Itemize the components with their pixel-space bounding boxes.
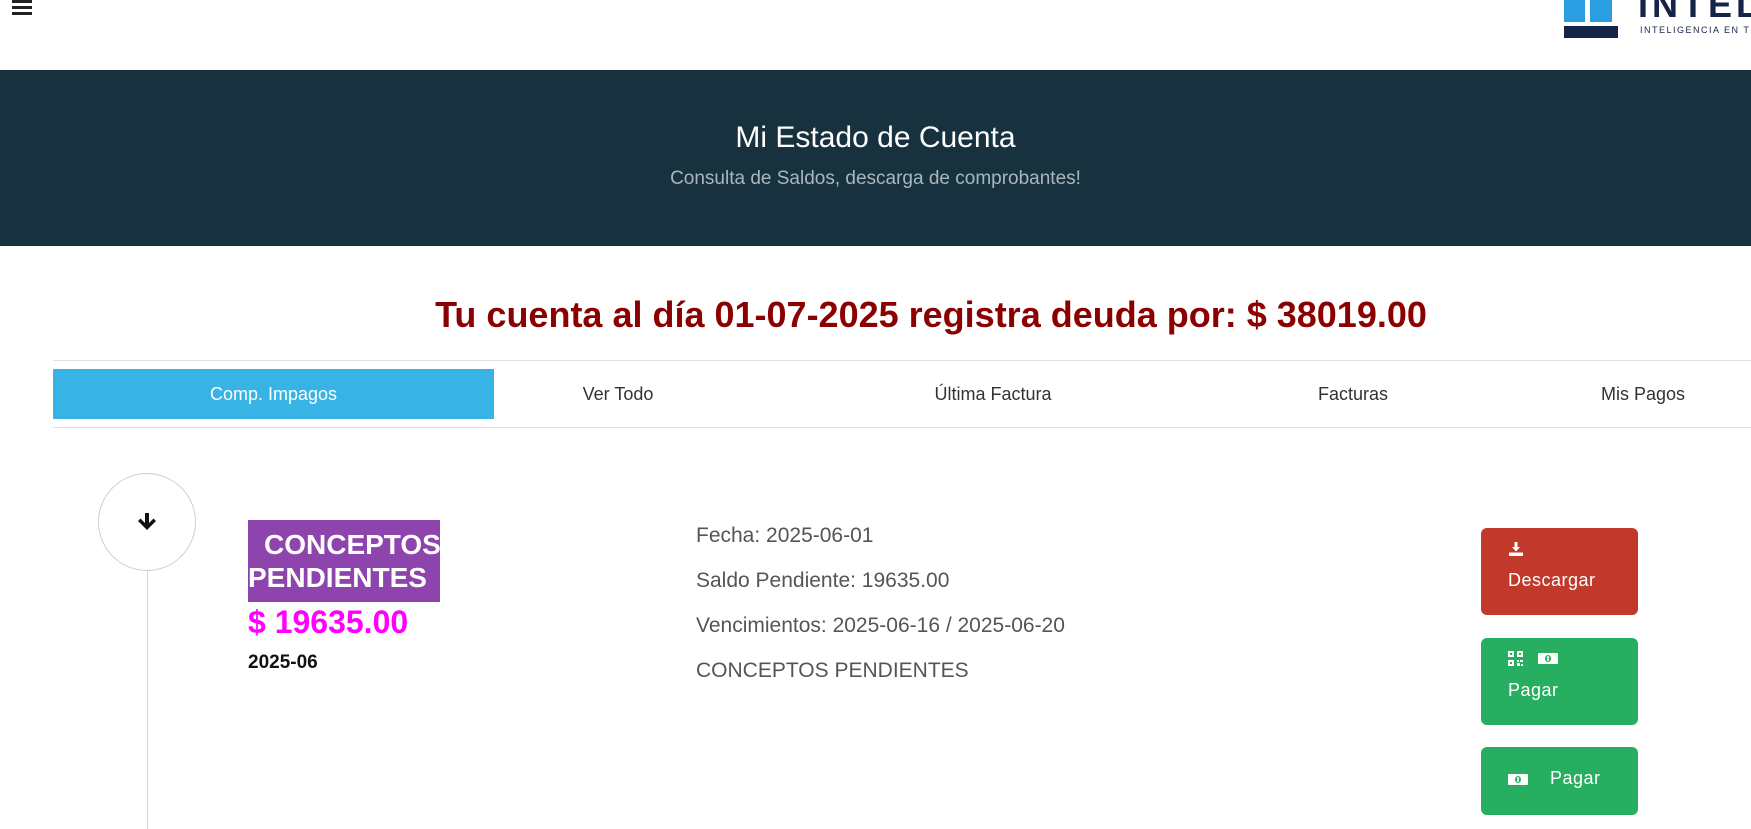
invoice-date: Fecha: 2025-06-01 [696, 524, 874, 547]
download-icon [1509, 542, 1523, 556]
timeline-line [147, 570, 148, 829]
debt-summary: Tu cuenta al día 01-07-2025 registra deu… [435, 294, 1427, 335]
invoice-balance: Saldo Pendiente: 19635.00 [696, 569, 950, 592]
money-bill-icon [1538, 653, 1558, 664]
tab-facturas[interactable]: Facturas [1278, 369, 1428, 419]
pay-qr-button-label: Pagar [1508, 680, 1559, 700]
download-button-label: Descargar [1508, 570, 1596, 590]
pay-button-label: Pagar [1550, 768, 1601, 788]
money-bill-icon [1508, 774, 1528, 785]
arrow-down-icon [138, 513, 156, 530]
tab-ver-todo[interactable]: Ver Todo [543, 369, 693, 419]
tab-ultima-factura[interactable]: Última Factura [893, 369, 1093, 419]
pay-button[interactable]: Pagar [1481, 747, 1638, 815]
hero-banner: Mi Estado de Cuenta Consulta de Saldos, … [0, 70, 1751, 246]
logo-mark-bar [1564, 26, 1618, 38]
invoice-period: 2025-06 [248, 652, 318, 673]
hamburger-icon[interactable] [12, 0, 34, 18]
logo-wordmark: INTEL [1638, 0, 1751, 25]
pay-qr-button[interactable]: Pagar [1481, 638, 1638, 725]
page-title: Mi Estado de Cuenta [735, 121, 1016, 154]
tab-mis-pagos[interactable]: Mis Pagos [1568, 369, 1718, 419]
account-tabs: Comp. Impagos Ver Todo Última Factura Fa… [53, 360, 1751, 428]
status-badge: CONCEPTOS PENDIENTES [248, 520, 441, 602]
logo-tagline: INTELIGENCIA EN TEL [1640, 25, 1751, 35]
download-button[interactable]: Descargar [1481, 528, 1638, 615]
company-logo[interactable]: INTEL INTELIGENCIA EN TEL [1562, 0, 1751, 40]
badge-line: CONCEPTOS [264, 529, 441, 560]
badge-line: PENDIENTES [248, 562, 427, 593]
invoice-amount: $ 19635.00 [248, 604, 409, 640]
timeline-marker [98, 473, 196, 571]
top-bar: INTEL INTELIGENCIA EN TEL [0, 0, 1751, 70]
logo-mark-square [1564, 0, 1585, 22]
page-subtitle: Consulta de Saldos, descarga de comproba… [670, 168, 1081, 189]
invoice-due-dates: Vencimientos: 2025-06-16 / 2025-06-20 [696, 614, 1065, 637]
tab-comp-impagos[interactable]: Comp. Impagos [53, 369, 494, 419]
logo-mark-square [1590, 0, 1612, 22]
qr-code-icon [1508, 651, 1523, 666]
invoice-concept: CONCEPTOS PENDIENTES [696, 659, 969, 682]
